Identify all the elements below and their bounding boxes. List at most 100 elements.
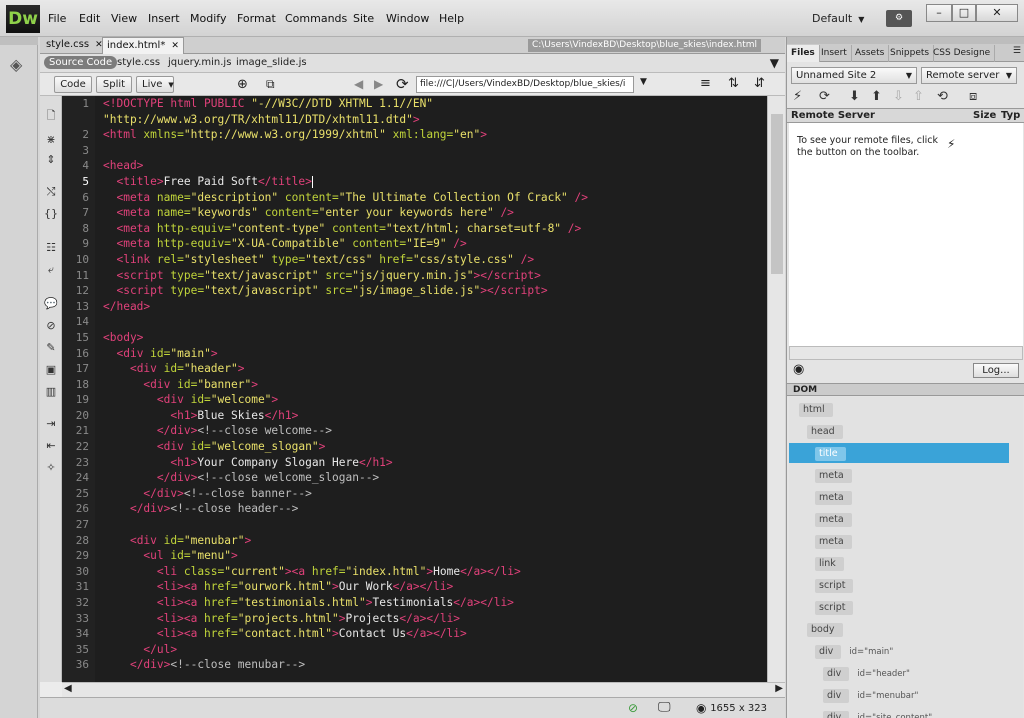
related-source-code[interactable]: Source Code — [44, 56, 118, 69]
code-line[interactable]: <meta name="keywords" content="enter you… — [95, 205, 767, 221]
panel-menu-icon[interactable]: ☰ — [1013, 46, 1021, 56]
live-code-icon[interactable]: ⧉ — [266, 77, 275, 92]
col-type[interactable]: Typ — [1001, 109, 1020, 122]
back-icon[interactable]: ◀ — [354, 77, 363, 91]
forward-icon[interactable]: ▶ — [374, 77, 383, 91]
line-numbers-icon[interactable]: ☷ — [43, 240, 59, 256]
code-line[interactable]: </div><!--close welcome_slogan--> — [95, 470, 767, 486]
code-line[interactable] — [95, 143, 767, 159]
code-line[interactable]: <li><a href="projects.html">Projects</a>… — [95, 611, 767, 627]
code-line[interactable]: <script type="text/javascript" src="js/i… — [95, 283, 767, 299]
menu-format[interactable]: Format — [237, 12, 276, 25]
code-line[interactable]: <script type="text/javascript" src="js/j… — [95, 268, 767, 284]
apply-comment-icon[interactable]: 💬 — [43, 296, 59, 312]
code-line[interactable]: <!DOCTYPE html PUBLIC "-//W3C//DTD XHTML… — [95, 96, 767, 112]
code-line[interactable]: "http://www.w3.org/TR/xhtml11/DTD/xhtml1… — [95, 112, 767, 128]
check-out-icon[interactable]: ⇩ — [893, 89, 904, 104]
menu-site[interactable]: Site — [353, 12, 374, 25]
menu-window[interactable]: Window — [386, 12, 429, 25]
dom-node[interactable]: meta — [815, 513, 852, 527]
menu-commands[interactable]: Commands — [285, 12, 347, 25]
close-icon[interactable]: ✕ — [171, 41, 179, 51]
scroll-thumb[interactable] — [771, 114, 783, 274]
menu-modify[interactable]: Modify — [190, 12, 226, 25]
remove-comment-icon[interactable]: ⊘ — [43, 318, 59, 334]
balance-braces-icon[interactable]: {} — [43, 206, 59, 222]
code-line[interactable]: <link rel="stylesheet" type="text/css" h… — [95, 252, 767, 268]
tab-css-designer[interactable]: CSS Designe — [929, 45, 996, 62]
maximize-button[interactable]: □ — [952, 4, 976, 22]
code-line[interactable]: <div id="welcome_slogan"> — [95, 439, 767, 455]
dom-node[interactable]: div id="menubar" — [823, 689, 918, 703]
file-management-icon[interactable]: ⇅ — [728, 76, 739, 91]
panel-grip[interactable] — [0, 37, 38, 45]
synchronize-icon[interactable]: ⟲ — [937, 89, 948, 104]
code-line[interactable] — [95, 517, 767, 533]
select-parent-tag-icon[interactable]: ⤭ — [43, 184, 59, 200]
code-line[interactable]: </div><!--close welcome--> — [95, 423, 767, 439]
menu-edit[interactable]: Edit — [79, 12, 100, 25]
dom-node[interactable]: meta — [815, 535, 852, 549]
site-select[interactable]: Unnamed Site 2 ▼ — [791, 67, 917, 84]
collapse-tag-icon[interactable]: ⋇ — [43, 132, 59, 148]
indent-code-icon[interactable]: ⇥ — [43, 416, 59, 432]
get-files-icon[interactable]: ⬇ — [849, 89, 860, 104]
code-line[interactable]: <div id="banner"> — [95, 377, 767, 393]
dom-node[interactable]: link — [815, 557, 844, 571]
connect-icon[interactable]: ⚡ — [947, 137, 955, 151]
refresh-icon[interactable]: ⟳ — [396, 75, 409, 93]
dom-node[interactable]: div id="site_content" — [823, 711, 932, 718]
connect-icon[interactable]: ⚡ — [793, 89, 802, 104]
open-documents-icon[interactable]: 🗋 — [43, 108, 59, 124]
tab-index-html[interactable]: index.html* ✕ — [102, 37, 184, 54]
window-size-icon[interactable]: 🖵 — [658, 700, 671, 715]
code-line[interactable]: <body> — [95, 330, 767, 346]
menu-help[interactable]: Help — [439, 12, 464, 25]
code-line[interactable]: <h1>Blue Skies</h1> — [95, 408, 767, 424]
related-file-style[interactable]: style.css — [117, 57, 160, 68]
dom-node[interactable]: title — [815, 447, 846, 461]
code-line[interactable]: <div id="header"> — [95, 361, 767, 377]
recent-snippets-icon[interactable]: ▣ — [43, 362, 59, 378]
related-file-image-slide[interactable]: image_slide.js — [236, 57, 307, 68]
code-line[interactable]: <div id="menubar"> — [95, 533, 767, 549]
col-size[interactable]: Size — [973, 109, 996, 122]
code-line[interactable]: <html xmlns="http://www.w3.org/1999/xhtm… — [95, 127, 767, 143]
word-wrap-icon[interactable]: ⤶ — [43, 262, 59, 278]
tab-files[interactable]: Files — [787, 45, 820, 62]
live-view-button[interactable]: Live ▼ — [136, 76, 174, 93]
code-line[interactable]: <div id="welcome"> — [95, 392, 767, 408]
dom-node[interactable]: script — [815, 601, 854, 615]
refresh-icon[interactable]: ⟳ — [819, 89, 830, 104]
split-view-button[interactable]: Split — [96, 76, 132, 93]
code-editor[interactable]: <!DOCTYPE html PUBLIC "-//W3C//DTD XHTML… — [95, 96, 767, 682]
filter-icon[interactable]: ▼ — [770, 56, 779, 70]
code-line[interactable]: </div><!--close header--> — [95, 501, 767, 517]
tab-snippets[interactable]: Snippets — [886, 45, 935, 62]
outdent-code-icon[interactable]: ⇤ — [43, 438, 59, 454]
address-dropdown-icon[interactable]: ▼ — [640, 77, 647, 87]
code-line[interactable]: </div><!--close menubar--> — [95, 657, 767, 673]
put-files-icon[interactable]: ⬆ — [871, 89, 882, 104]
tab-insert[interactable]: Insert — [817, 45, 852, 62]
menu-view[interactable]: View — [111, 12, 137, 25]
dom-node[interactable]: div id="header" — [823, 667, 910, 681]
code-line[interactable]: <head> — [95, 158, 767, 174]
code-line[interactable]: </div><!--close banner--> — [95, 486, 767, 502]
tab-assets[interactable]: Assets — [851, 45, 890, 62]
code-line[interactable]: <title>Free Paid Soft</title> — [95, 174, 767, 190]
code-line[interactable]: <ul id="menu"> — [95, 548, 767, 564]
expand-all-icon[interactable]: ⇕ — [43, 152, 59, 168]
code-line[interactable]: <li><a href="ourwork.html">Our Work</a><… — [95, 579, 767, 595]
address-bar[interactable]: file:///C|/Users/VindexBD/Desktop/blue_s… — [416, 76, 634, 93]
wrap-tag-icon[interactable]: ✎ — [43, 340, 59, 356]
server-view-select[interactable]: Remote server ▼ — [921, 67, 1017, 84]
scroll-right-icon[interactable]: ▶ — [775, 683, 783, 694]
no-errors-icon[interactable]: ⊘ — [628, 701, 638, 715]
horizontal-scrollbar[interactable]: ◀ ▶ — [62, 682, 785, 697]
scroll-left-icon[interactable]: ◀ — [64, 683, 72, 694]
files-horizontal-scrollbar[interactable] — [789, 346, 1023, 360]
code-line[interactable]: <li><a href="testimonials.html">Testimon… — [95, 595, 767, 611]
code-line[interactable]: <meta http-equiv="X-UA-Compatible" conte… — [95, 236, 767, 252]
minimize-button[interactable]: – — [926, 4, 952, 22]
